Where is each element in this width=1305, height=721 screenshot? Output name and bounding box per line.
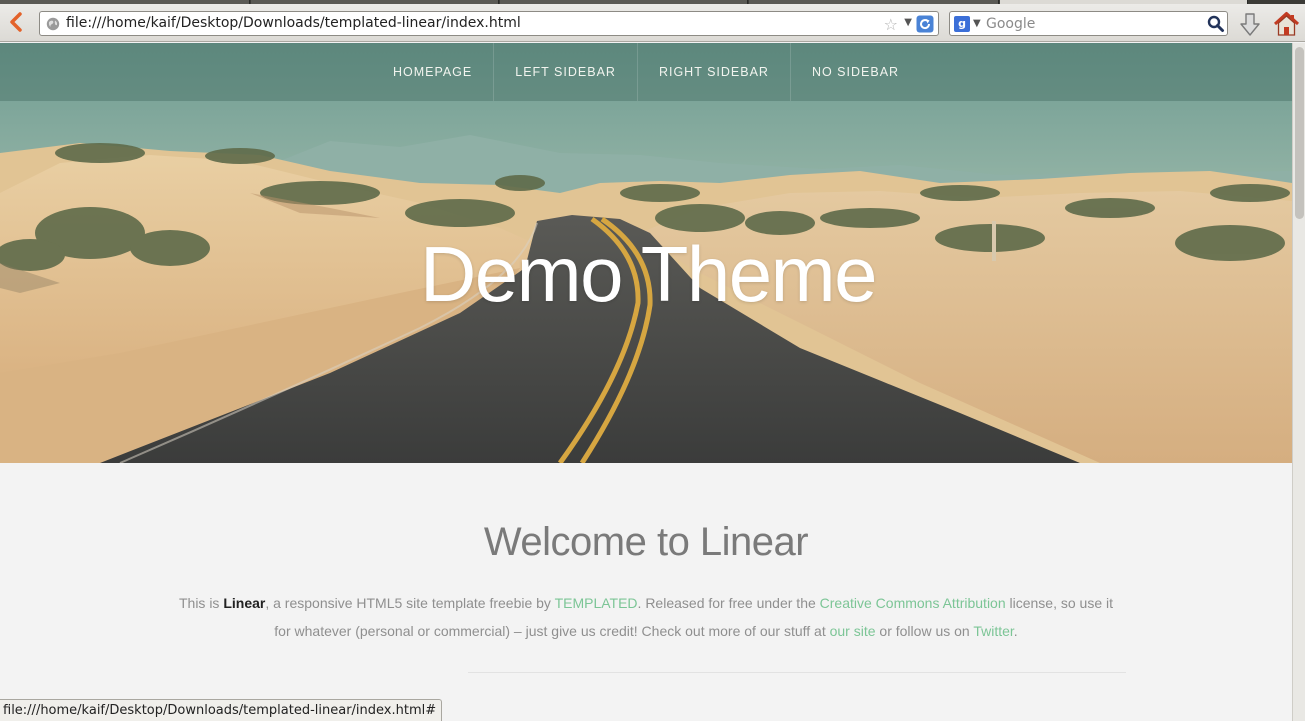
google-icon[interactable]: g xyxy=(954,16,970,32)
intro-text: This is xyxy=(178,595,224,611)
back-arrow-icon xyxy=(10,12,22,32)
browser-toolbar: file:///home/kaif/Desktop/Downloads/temp… xyxy=(0,4,1305,42)
creative-commons-link[interactable]: Creative Commons Attribution xyxy=(820,595,1006,611)
nav-right-sidebar[interactable]: RIGHT SIDEBAR xyxy=(636,43,790,101)
twitter-link[interactable]: Twitter xyxy=(973,623,1013,639)
globe-icon xyxy=(46,17,60,31)
reload-icon[interactable] xyxy=(916,15,934,33)
nav-left-sidebar[interactable]: LEFT SIDEBAR xyxy=(493,43,637,101)
main-nav: HOMEPAGE LEFT SIDEBAR RIGHT SIDEBAR NO S… xyxy=(0,43,1292,101)
intro-text: . xyxy=(1013,623,1018,639)
intro-text: . Released for free under the xyxy=(637,595,820,611)
hero-title: Demo Theme xyxy=(419,230,878,318)
page-scrollbar[interactable] xyxy=(1292,43,1305,721)
scrollbar-thumb[interactable] xyxy=(1295,47,1304,219)
download-icon[interactable] xyxy=(1238,12,1262,38)
search-input[interactable] xyxy=(986,14,1196,33)
section-divider xyxy=(468,672,1126,673)
intro-text: or follow us on xyxy=(875,623,974,639)
search-bar[interactable]: g ▼ xyxy=(949,11,1228,36)
brand-name: Linear xyxy=(223,595,266,611)
search-icon[interactable] xyxy=(1206,14,1225,33)
intro-text: , a responsive HTML5 site template freeb… xyxy=(265,595,555,611)
search-engine-dropdown-icon[interactable]: ▼ xyxy=(973,18,981,29)
welcome-section: Welcome to Linear This is Linear, a resp… xyxy=(0,463,1292,721)
status-bar: file:///home/kaif/Desktop/Downloads/temp… xyxy=(0,699,443,721)
welcome-intro: This is Linear, a responsive HTML5 site … xyxy=(170,589,1122,645)
our-site-link[interactable]: our site xyxy=(830,623,876,639)
back-button[interactable] xyxy=(4,8,28,36)
url-text[interactable]: file:///home/kaif/Desktop/Downloads/temp… xyxy=(66,15,521,31)
nav-homepage[interactable]: HOMEPAGE xyxy=(372,43,493,101)
welcome-heading: Welcome to Linear xyxy=(483,520,809,564)
url-bar[interactable]: file:///home/kaif/Desktop/Downloads/temp… xyxy=(39,11,939,36)
home-icon[interactable] xyxy=(1273,11,1300,37)
bookmark-star-icon[interactable]: ☆ xyxy=(884,15,898,34)
url-history-dropdown-icon[interactable]: ▼ xyxy=(904,17,912,28)
templated-link[interactable]: TEMPLATED xyxy=(555,595,638,611)
page-viewport[interactable]: HOMEPAGE LEFT SIDEBAR RIGHT SIDEBAR NO S… xyxy=(0,43,1292,721)
hero-banner: HOMEPAGE LEFT SIDEBAR RIGHT SIDEBAR NO S… xyxy=(0,43,1292,463)
nav-no-sidebar[interactable]: NO SIDEBAR xyxy=(789,43,920,101)
